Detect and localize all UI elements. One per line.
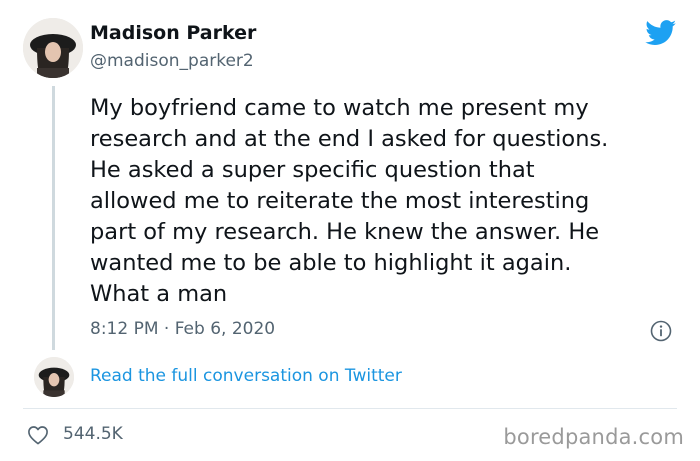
boredpanda-watermark: boredpanda.com bbox=[503, 425, 684, 449]
avatar-photo bbox=[34, 357, 74, 397]
author-display-name[interactable]: Madison Parker bbox=[90, 22, 256, 44]
thread-connector-line bbox=[52, 86, 55, 350]
tweet-timestamp[interactable]: 8:12 PM · Feb 6, 2020 bbox=[90, 319, 275, 339]
author-avatar-small[interactable] bbox=[34, 357, 74, 397]
heart-icon[interactable] bbox=[27, 425, 49, 445]
tweet-text: My boyfriend came to watch me present my… bbox=[90, 95, 609, 307]
author-handle[interactable]: @madison_parker2 bbox=[90, 51, 254, 71]
read-conversation-link[interactable]: Read the full conversation on Twitter bbox=[90, 366, 402, 386]
likes-count: 544.5K bbox=[63, 424, 123, 444]
twitter-bird-icon[interactable] bbox=[645, 20, 677, 46]
avatar-photo bbox=[23, 18, 83, 78]
info-icon[interactable] bbox=[650, 320, 672, 342]
divider bbox=[23, 408, 677, 409]
author-avatar[interactable] bbox=[23, 18, 83, 78]
